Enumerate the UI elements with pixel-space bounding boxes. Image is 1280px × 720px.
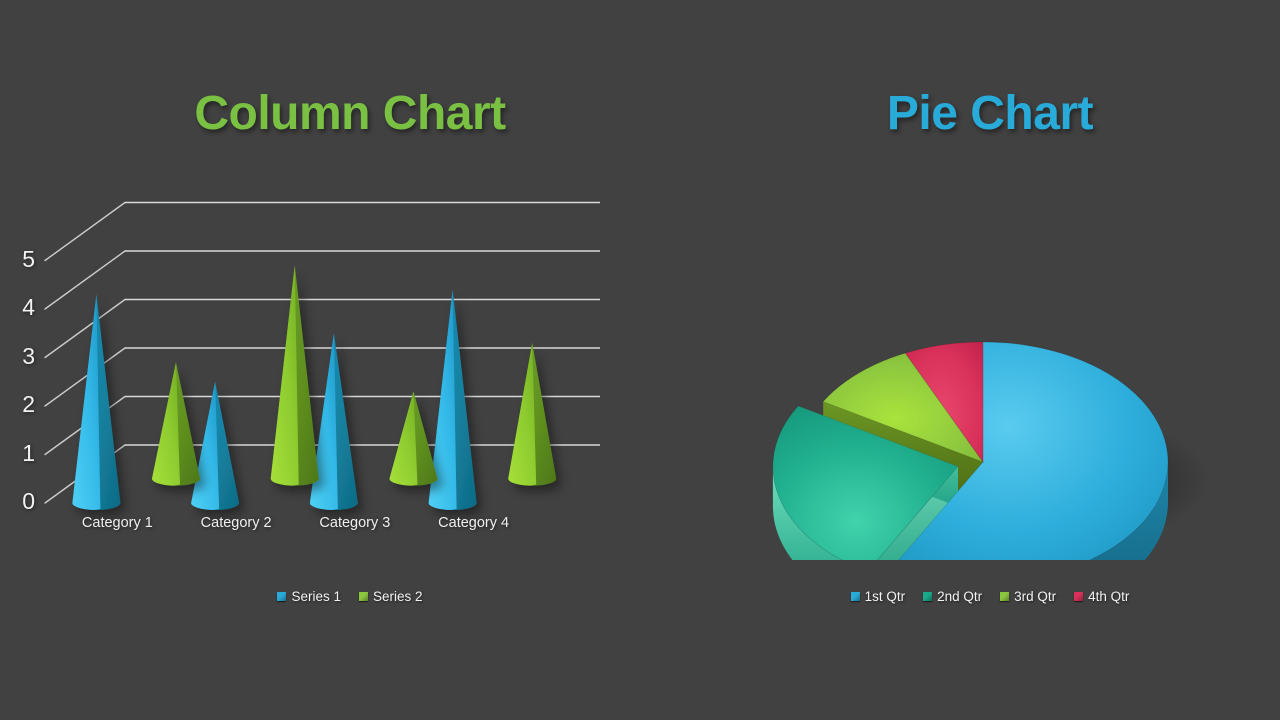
column-chart-panel: Column Chart 0 1 2 3 4 5 Category 1 Cate… <box>0 0 700 720</box>
slide: Column Chart 0 1 2 3 4 5 Category 1 Cate… <box>0 0 1280 720</box>
column-chart-plot-area: 0 1 2 3 4 5 Category 1 Category 2 Category 3 Cat… <box>0 170 700 570</box>
y-axis-tick-3: 3 <box>22 342 35 369</box>
pie-chart-title: Pie Chart <box>886 87 1094 140</box>
pie-legend-label-4: 4th Qtr <box>1088 589 1130 604</box>
y-axis-tick-5: 5 <box>22 245 35 272</box>
pie-legend-label-2: 2nd Qtr <box>937 589 983 604</box>
pie-legend-item-1[interactable]: 1st Qtr <box>850 589 906 604</box>
column-chart-legend: Series 1 Series 2 <box>0 589 700 604</box>
y-axis-tick-1: 1 <box>22 439 35 466</box>
column-chart-svg <box>44 201 600 510</box>
pie-legend-swatch-icon-2 <box>923 592 933 601</box>
category-label-2: Category 2 <box>200 515 272 531</box>
category-label-4: Category 4 <box>438 515 510 531</box>
column-legend-swatch-icon-2 <box>359 592 368 601</box>
column-legend-item-1[interactable]: Series 1 <box>277 589 341 604</box>
pie-legend-swatch-icon-3 <box>1000 592 1010 601</box>
category-label-1: Category 1 <box>81 515 153 531</box>
pie-legend-item-4[interactable]: 4th Qtr <box>1074 589 1129 604</box>
y-axis-tick-2: 2 <box>22 391 35 417</box>
pie-legend-label-1: 1st Qtr <box>864 589 906 604</box>
pie-top-faces <box>772 341 1169 583</box>
y-axis-tick-4: 4 <box>22 294 35 320</box>
column-legend-item-2[interactable]: Series 2 <box>359 589 423 604</box>
column-chart-title: Column Chart <box>194 87 506 140</box>
pie-legend-label-3: 3rd Qtr <box>1014 589 1057 604</box>
pie-chart-plot-area <box>700 180 1280 622</box>
pie-chart-panel: Pie Chart 1st Qtr 2nd Qtr 3rd Qtr 4th Qt… <box>700 0 1280 720</box>
column-legend-swatch-icon-1 <box>277 592 287 601</box>
column-legend-label-2: Series 2 <box>373 589 423 604</box>
pie-chart-legend: 1st Qtr 2nd Qtr 3rd Qtr 4th Qtr <box>700 589 1280 604</box>
y-axis-tick-0: 0 <box>22 488 35 514</box>
pie-chart-svg <box>772 341 1210 622</box>
pie-legend-swatch-icon-1 <box>850 592 860 601</box>
column-legend-label-1: Series 1 <box>291 589 341 604</box>
cone-bars <box>72 265 557 510</box>
pie-legend-item-2[interactable]: 2nd Qtr <box>923 589 982 604</box>
pie-legend-swatch-icon-4 <box>1074 592 1084 601</box>
pie-legend-item-3[interactable]: 3rd Qtr <box>1000 589 1056 604</box>
category-label-3: Category 3 <box>319 515 391 531</box>
